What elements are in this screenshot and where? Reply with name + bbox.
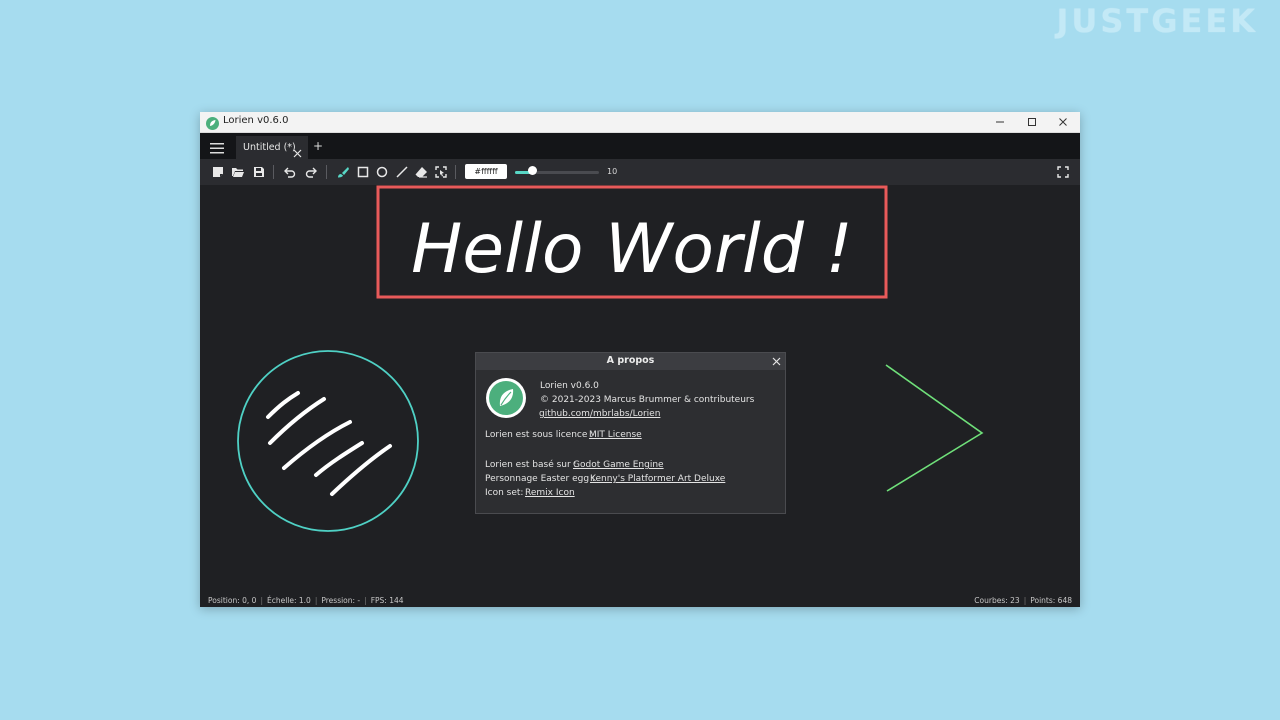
teal-circle-stroke [237,350,419,532]
status-bar: Position: 0, 0 | Échelle: 1.0 | Pression: - |… [200,596,1080,607]
maximize-icon [1028,118,1036,126]
dialog-app-name: Lorien v0.6.0 [540,381,599,391]
undo-icon[interactable] [283,165,297,179]
minimize-icon [996,121,1004,123]
toolbar-separator [455,165,456,179]
save-icon[interactable] [252,165,266,179]
hamburger-icon[interactable] [210,139,224,154]
line-stroke [282,420,352,470]
status-divider: | [364,596,367,605]
remix-icon-link[interactable]: Remix Icon [525,488,575,498]
close-icon [1059,118,1067,126]
close-window-button[interactable] [1046,112,1080,132]
repo-link[interactable]: github.com/mbrlabs/Lorien [539,409,660,419]
dialog-copyright: © 2021-2023 Marcus Brummer & contributeu… [540,395,755,405]
status-left: Position: 0, 0 | Échelle: 1.0 | Pression: - |… [208,596,404,605]
line-stroke [330,444,392,496]
white-line-strokes [266,391,392,496]
circle-tool-icon[interactable] [375,165,389,179]
toolbar-separator [273,165,274,179]
toolbar-separator [326,165,327,179]
rectangle-tool-icon[interactable] [356,165,370,179]
line-stroke [266,391,300,419]
dialog-header: A propos [476,353,785,370]
minimize-button[interactable] [983,112,1017,132]
title-bar: Lorien v0.6.0 [200,112,1080,133]
selection-icon[interactable] [434,165,448,179]
based-on-label: Lorien est basé sur : [485,460,577,470]
tab-close-icon[interactable] [293,143,302,158]
fullscreen-icon[interactable] [1056,165,1070,179]
status-right: Courbes: 23 | Points: 648 [974,596,1072,605]
hello-world-text: Hello World ! [411,210,853,289]
status-divider: | [314,596,318,605]
line-stroke [314,441,364,477]
status-pressure: Pression: - [321,596,361,605]
status-points: Points: 648 [1030,596,1072,605]
drawing-canvas[interactable]: Hello World ! A propos Lorien v0.6.0 © 2… [200,185,1080,596]
redo-icon[interactable] [304,165,318,179]
eraser-icon[interactable] [414,165,428,179]
tab-bar: Untitled (*) + [200,133,1080,159]
lorien-logo-icon [486,378,526,418]
status-scale: Échelle: 1.0 [266,596,311,605]
app-window: Lorien v0.6.0 Untitled (*) + #ffffff 10 … [200,112,1080,607]
brush-size-value: 10 [607,167,618,176]
color-picker-button[interactable]: #ffffff [465,164,507,179]
icon-set-label: Icon set: [485,488,524,498]
green-chevron-stroke [885,364,984,492]
tab-label: Untitled (*) [243,142,296,153]
dialog-close-icon[interactable] [772,357,781,366]
license-link[interactable]: MIT License [589,430,642,440]
window-title: Lorien v0.6.0 [223,115,289,126]
about-dialog: A propos Lorien v0.6.0 © 2021-2023 Marcu… [475,352,786,514]
leaf-icon [206,115,219,130]
status-divider: | [260,596,263,605]
slider-thumb[interactable] [528,166,537,175]
new-file-icon[interactable] [211,165,225,179]
easter-egg-link[interactable]: Kenny's Platformer Art Deluxe [590,474,725,484]
tab-untitled[interactable]: Untitled (*) [236,136,308,159]
status-fps: FPS: 144 [370,596,404,605]
godot-link[interactable]: Godot Game Engine [573,460,664,470]
folder-open-icon[interactable] [231,165,245,179]
watermark: JUSTGEEK [1056,2,1258,40]
line-tool-icon[interactable] [395,165,409,179]
easter-egg-label: Personnage Easter egg : [485,474,595,484]
dialog-title: A propos [606,355,655,366]
add-tab-button[interactable]: + [313,140,323,152]
toolbar: #ffffff 10 [200,159,1080,185]
license-label: Lorien est sous licence : [485,430,594,440]
status-curves: Courbes: 23 [974,596,1020,605]
brush-icon[interactable] [336,165,350,179]
status-position: Position: 0, 0 [208,596,257,605]
status-divider: | [1023,596,1027,605]
maximize-button[interactable] [1015,112,1049,132]
